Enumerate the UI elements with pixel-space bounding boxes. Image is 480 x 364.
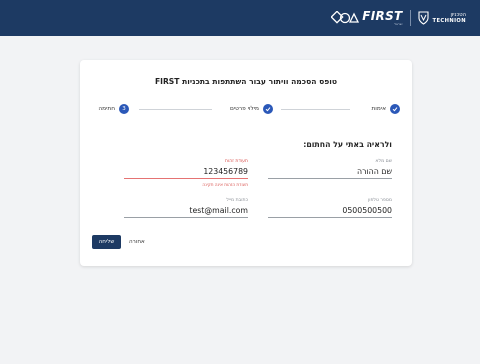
field-underline [268,217,392,218]
field-label: תעודת זהות [225,159,248,164]
field-underline [268,178,392,179]
full-name-input[interactable]: שם ההורה [268,167,392,178]
first-logo[interactable]: FIRST ישראל [331,9,403,26]
form-title: טופס הסכמה וויתור עבור השתתפות בתכניות F… [154,77,338,86]
step-verification: אימות [371,104,400,114]
back-button[interactable]: אחורה [129,239,145,245]
consent-form-card: טופס הסכמה וויתור עבור השתתפות בתכניות F… [80,60,412,266]
step-number-badge: 3 [119,104,129,114]
technion-logo[interactable]: הטכניון TECHNION [417,11,466,25]
step-label: חתימה [98,106,115,112]
field-underline [124,178,248,179]
top-navbar: FIRST ישראל הטכניון TECHNION [0,0,480,36]
step-label: מילוי פרטים [229,106,259,112]
first-logo-text: FIRST [362,9,403,23]
submit-button[interactable]: שליחה [92,235,121,249]
section-title: ולראיה באתי על החתום: [303,140,392,149]
technion-english-name: TECHNION [432,18,466,24]
logo-divider [409,10,411,26]
first-mark-icon [331,11,360,24]
step-signature: 3 חתימה [98,104,129,114]
check-icon [263,104,273,114]
id-number-input[interactable]: 123456789 [124,167,248,178]
stepper-connector-2 [139,109,212,110]
field-label: כתובת מייל [226,198,248,203]
id-number-error: תעודת הזהות אינה תקינה [202,182,248,187]
field-label: שם מלא [375,159,392,164]
email-field[interactable]: כתובת מייל test@mail.com [124,198,248,218]
stepper-connector-1 [281,109,350,110]
phone-input[interactable]: 0500500500 [268,206,392,217]
phone-field[interactable]: מספר טלפון 0500500500 [268,198,392,218]
field-underline [124,217,248,218]
field-label: מספר טלפון [368,198,392,203]
technion-shield-icon [417,11,429,25]
step-label: אימות [371,106,387,112]
step-details: מילוי פרטים [230,104,273,114]
form-actions: שליחה אחורה [92,235,145,249]
check-icon [390,104,400,114]
brand-logos: FIRST ישראל הטכניון TECHNION [331,9,466,27]
id-number-field[interactable]: תעודת זהות 123456789 תעודת הזהות אינה תק… [124,159,248,187]
email-input[interactable]: test@mail.com [124,206,248,217]
full-name-field[interactable]: שם מלא שם ההורה [268,159,392,179]
